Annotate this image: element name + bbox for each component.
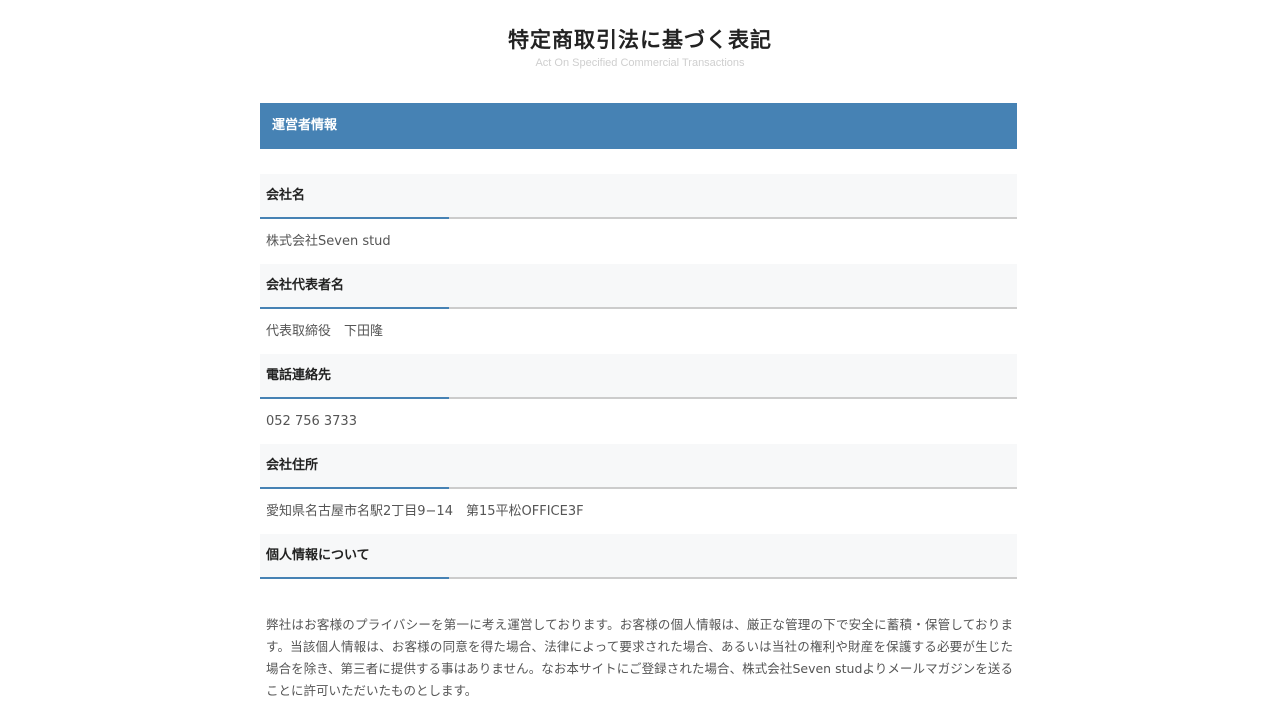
- content-area: 運営者情報 会社名 株式会社Seven stud 会社代表者名 代表取締役 下田…: [260, 103, 1017, 702]
- row-accent-line: [260, 397, 449, 399]
- row-label-text: 会社代表者名: [266, 278, 345, 293]
- row-value-representative: 代表取締役 下田隆: [266, 324, 384, 339]
- row-value-phone: 052 756 3733: [266, 414, 357, 429]
- row-accent-line: [260, 307, 449, 309]
- row-value-company-name: 株式会社Seven stud: [266, 234, 391, 249]
- row-value-address: 愛知県名古屋市名駅2丁目9−14 第15平松OFFICE3F: [266, 504, 584, 519]
- page-heading: 特定商取引法に基づく表記 Act On Specified Commercial…: [0, 26, 1280, 70]
- page: 特定商取引法に基づく表記 Act On Specified Commercial…: [0, 0, 1280, 720]
- page-title: 特定商取引法に基づく表記: [508, 28, 772, 52]
- row-label-privacy: 個人情報について: [260, 534, 1017, 579]
- row-label-text: 会社住所: [266, 458, 319, 473]
- row-label-text: 個人情報について: [266, 548, 370, 563]
- section-banner: 運営者情報: [260, 103, 1017, 149]
- row-accent-line: [260, 217, 449, 219]
- row-label-company-name: 会社名: [260, 174, 1017, 219]
- row-accent-line: [260, 577, 449, 579]
- row-accent-line: [260, 487, 449, 489]
- row-label-address: 会社住所: [260, 444, 1017, 489]
- privacy-policy-text: 弊社はお客様のプライバシーを第一に考え運営しております。お客様の個人情報は、厳正…: [266, 617, 1013, 698]
- row-label-text: 会社名: [266, 188, 306, 203]
- row-label-phone: 電話連絡先: [260, 354, 1017, 399]
- row-label-representative: 会社代表者名: [260, 264, 1017, 309]
- info-table: 会社名 株式会社Seven stud 会社代表者名 代表取締役 下田隆 電話連絡…: [260, 174, 1017, 579]
- row-label-text: 電話連絡先: [266, 368, 332, 383]
- page-subtitle: Act On Specified Commercial Transactions: [535, 57, 745, 69]
